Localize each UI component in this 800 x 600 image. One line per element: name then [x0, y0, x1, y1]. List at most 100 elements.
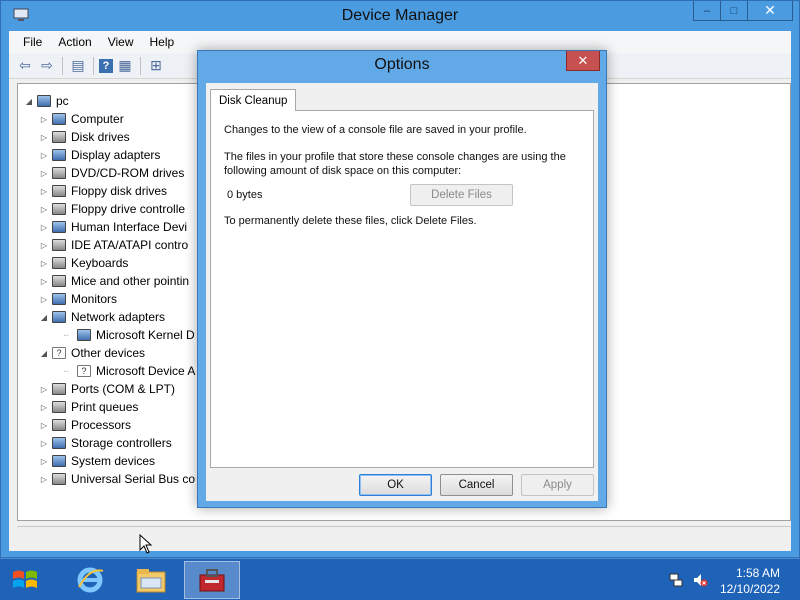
- forward-arrow-icon[interactable]: ⇨: [37, 57, 57, 75]
- tree-item-label: Disk drives: [71, 130, 130, 144]
- tree-item-label: IDE ATA/ATAPI contro: [71, 238, 189, 252]
- mouse-cursor-icon: [139, 534, 153, 554]
- tree-item-label: Print queues: [71, 400, 139, 414]
- computer-icon: [37, 95, 51, 107]
- tree-category-item[interactable]: ▷ Ports (COM & LPT): [39, 380, 175, 398]
- tree-category-item[interactable]: ▷ Processors: [39, 416, 131, 434]
- collapsed-triangle-icon[interactable]: ▷: [39, 133, 49, 142]
- tree-category-item[interactable]: ▷ Universal Serial Bus co: [39, 470, 195, 488]
- tree-category-item[interactable]: ▷ DVD/CD-ROM drives: [39, 164, 184, 182]
- options-dialog: Options ✕ Disk Cleanup Changes to the vi…: [197, 50, 607, 508]
- taskbar-internet-explorer[interactable]: [62, 561, 118, 599]
- collapsed-triangle-icon[interactable]: ▷: [39, 439, 49, 448]
- maximize-button[interactable]: □: [720, 1, 748, 21]
- tree-category-item[interactable]: ◢? Other devices: [39, 344, 145, 362]
- tree-category-item[interactable]: ▷ Disk drives: [39, 128, 130, 146]
- taskbar: 1:58 AM 12/10/2022: [0, 558, 800, 600]
- toolbar-separator: [93, 56, 94, 75]
- tree-category-item[interactable]: ▷ Storage controllers: [39, 434, 172, 452]
- tree-item-label: Ports (COM & LPT): [71, 382, 176, 396]
- status-bar: [17, 526, 791, 546]
- close-button[interactable]: ✕: [747, 1, 793, 21]
- disk-cleanup-panel: Changes to the view of a console file ar…: [210, 110, 594, 468]
- tree-category-item[interactable]: ◢ Network adapters: [39, 308, 165, 326]
- expanded-triangle-icon[interactable]: ◢: [39, 313, 49, 322]
- title-bar[interactable]: Device Manager ‒ □ ✕: [1, 1, 799, 31]
- tree-child-item[interactable]: ┄? Microsoft Device A: [58, 362, 196, 380]
- collapsed-triangle-icon[interactable]: ▷: [39, 385, 49, 394]
- tab-disk-cleanup[interactable]: Disk Cleanup: [210, 89, 297, 111]
- tree-item-label: Computer: [71, 112, 124, 126]
- profile-info-text: Changes to the view of a console file ar…: [224, 124, 527, 136]
- taskbar-device-manager[interactable]: [184, 561, 240, 599]
- processor-icon: [52, 419, 66, 431]
- properties-icon[interactable]: ▦: [115, 57, 135, 75]
- collapsed-triangle-icon[interactable]: ▷: [39, 151, 49, 160]
- tree-item-label: Floppy drive controlle: [71, 202, 186, 216]
- tree-category-item[interactable]: ▷ Floppy drive controlle: [39, 200, 185, 218]
- show-hide-console-tree-icon[interactable]: ▤: [68, 57, 88, 75]
- disk-drive-icon: [52, 131, 66, 143]
- tree-category-item[interactable]: ▷ Monitors: [39, 290, 117, 308]
- collapsed-triangle-icon[interactable]: ▷: [39, 205, 49, 214]
- tree-category-item[interactable]: ▷ Keyboards: [39, 254, 128, 272]
- delete-files-button[interactable]: Delete Files: [410, 184, 513, 206]
- tree-root[interactable]: ◢ pc: [24, 92, 69, 110]
- start-button[interactable]: [10, 567, 40, 593]
- minimize-button[interactable]: ‒: [693, 1, 721, 21]
- collapsed-triangle-icon[interactable]: ▷: [39, 277, 49, 286]
- collapsed-triangle-icon[interactable]: ▷: [39, 403, 49, 412]
- expanded-triangle-icon: ◢: [25, 96, 33, 106]
- dvd-drive-icon: [52, 167, 66, 179]
- collapsed-triangle-icon[interactable]: ▷: [39, 457, 49, 466]
- ide-controller-icon: [52, 239, 66, 251]
- collapsed-triangle-icon[interactable]: ▷: [39, 295, 49, 304]
- tree-item-label: Microsoft Device A: [96, 364, 196, 378]
- clock-time: 1:58 AM: [735, 566, 780, 580]
- apply-button[interactable]: Apply: [521, 474, 594, 496]
- menu-view[interactable]: View: [100, 35, 142, 49]
- taskbar-file-explorer[interactable]: [123, 561, 179, 599]
- tree-connector: ┄: [63, 330, 69, 340]
- help-icon[interactable]: ?: [99, 58, 113, 73]
- tree-item-label: Network adapters: [71, 310, 166, 324]
- tree-category-item[interactable]: ▷ Display adapters: [39, 146, 160, 164]
- collapsed-triangle-icon[interactable]: ▷: [39, 187, 49, 196]
- collapsed-triangle-icon[interactable]: ▷: [39, 475, 49, 484]
- window-title: Device Manager: [341, 7, 459, 24]
- cancel-button[interactable]: Cancel: [440, 474, 513, 496]
- tree-category-item[interactable]: ▷ Human Interface Devi: [39, 218, 187, 236]
- internet-explorer-icon: [77, 567, 104, 593]
- floppy-disk-icon: [52, 185, 66, 197]
- ok-button[interactable]: OK: [359, 474, 432, 496]
- back-arrow-icon[interactable]: ⇦: [15, 57, 35, 75]
- tree-category-item[interactable]: ▷ Floppy disk drives: [39, 182, 167, 200]
- collapsed-triangle-icon[interactable]: ▷: [39, 169, 49, 178]
- collapsed-triangle-icon[interactable]: ▷: [39, 259, 49, 268]
- tree-category-item[interactable]: ▷ IDE ATA/ATAPI contro: [39, 236, 188, 254]
- tree-category-item[interactable]: ▷ Print queues: [39, 398, 138, 416]
- clock-date: 12/10/2022: [719, 582, 780, 596]
- tree-item-label: Universal Serial Bus co: [71, 472, 196, 486]
- system-clock[interactable]: 1:58 AM 12/10/2022: [720, 565, 780, 597]
- menu-action[interactable]: Action: [50, 35, 99, 49]
- port-icon: [52, 383, 66, 395]
- dialog-close-button[interactable]: ✕: [566, 51, 600, 71]
- tree-child-item[interactable]: ┄ Microsoft Kernel D: [58, 326, 195, 344]
- expanded-triangle-icon[interactable]: ◢: [39, 349, 49, 358]
- tree-category-item[interactable]: ▷ Computer: [39, 110, 124, 128]
- menu-help[interactable]: Help: [142, 35, 183, 49]
- monitor-icon: [52, 293, 66, 305]
- scan-hardware-icon[interactable]: ⊞: [146, 57, 166, 75]
- menu-file[interactable]: File: [15, 35, 50, 49]
- tree-category-item[interactable]: ▷ System devices: [39, 452, 155, 470]
- tree-category-item[interactable]: ▷ Mice and other pointin: [39, 272, 189, 290]
- collapsed-triangle-icon[interactable]: ▷: [39, 115, 49, 124]
- collapsed-triangle-icon[interactable]: ▷: [39, 241, 49, 250]
- collapsed-triangle-icon[interactable]: ▷: [39, 223, 49, 232]
- collapsed-triangle-icon[interactable]: ▷: [39, 421, 49, 430]
- tree-root-label: pc: [56, 94, 69, 108]
- volume-muted-icon[interactable]: [692, 572, 708, 588]
- network-tray-icon[interactable]: [668, 572, 684, 588]
- unknown-device-icon: ?: [52, 347, 66, 359]
